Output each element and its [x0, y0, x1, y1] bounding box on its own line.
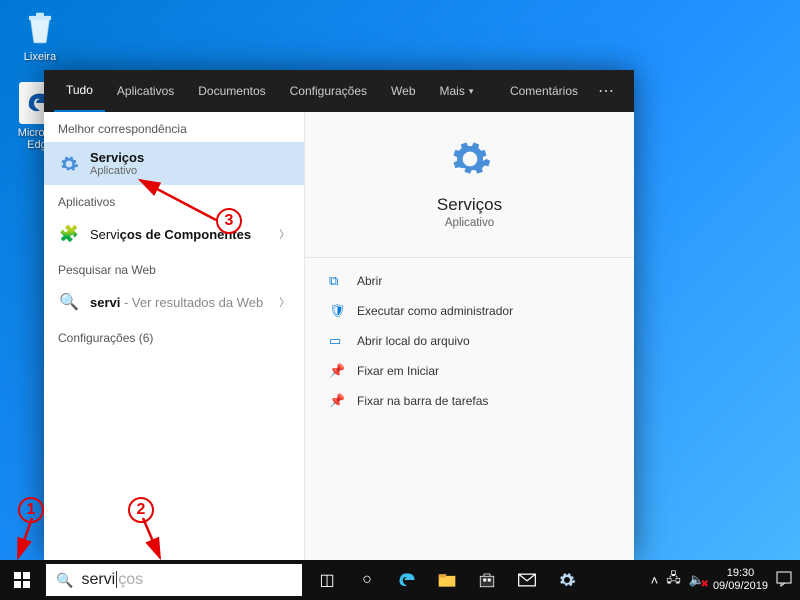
tray-volume-icon[interactable]: 🔈✖: [689, 572, 705, 588]
pin-icon: 📌: [329, 393, 345, 409]
tray-clock[interactable]: 19:30 09/09/2019: [713, 567, 768, 593]
system-tray: ˄ 🖧 🔈✖ 19:30 09/09/2019: [643, 567, 800, 593]
section-apps: Aplicativos: [44, 185, 304, 215]
tray-date: 09/09/2019: [713, 580, 768, 593]
result-best-services[interactable]: Serviços Aplicativo: [44, 142, 304, 185]
action-pin-start[interactable]: 📌Fixar em Iniciar: [305, 356, 634, 386]
search-results-list: Melhor correspondência Serviços Aplicati…: [44, 112, 304, 560]
action-open-location[interactable]: ▭Abrir local do arquivo: [305, 326, 634, 356]
result-title: Serviços de Componentes: [90, 227, 269, 242]
preview-subtitle: Aplicativo: [437, 217, 502, 229]
section-web: Pesquisar na Web: [44, 253, 304, 283]
gear-icon: [58, 153, 80, 175]
section-settings: Configurações (6): [44, 321, 304, 351]
tray-chevron-up-icon[interactable]: ˄: [651, 573, 659, 588]
action-pin-taskbar[interactable]: 📌Fixar na barra de tarefas: [305, 386, 634, 416]
result-component-services[interactable]: 🧩 Serviços de Componentes 〉: [44, 215, 304, 253]
menu-more-icon[interactable]: ⋯: [590, 81, 624, 101]
open-icon: ⧉: [329, 273, 345, 289]
tab-settings[interactable]: Configurações: [278, 70, 379, 112]
folder-icon: ▭: [329, 333, 345, 349]
windows-icon: [14, 572, 30, 588]
taskbar: 🔍 serviços ◫ ○ ˄ 🖧 🔈✖ 19:30 09/09/2019: [0, 560, 800, 600]
tab-web[interactable]: Web: [379, 70, 427, 112]
desktop-icon-label: Lixeira: [10, 51, 70, 63]
taskbar-store-icon[interactable]: [468, 560, 506, 600]
desktop-icon-recycle-bin[interactable]: Lixeira: [10, 6, 70, 63]
gear-icon: [446, 137, 494, 185]
start-button[interactable]: [0, 560, 44, 600]
taskbar-services-icon[interactable]: [548, 560, 586, 600]
preview-title: Serviços: [437, 195, 502, 215]
preview-actions: ⧉Abrir 🛡Executar como administrador ▭Abr…: [305, 257, 634, 424]
result-subtitle: Aplicativo: [90, 165, 290, 177]
search-input-text: serviços: [81, 571, 143, 589]
taskbar-edge-icon[interactable]: [388, 560, 426, 600]
chevron-right-icon: 〉: [279, 294, 290, 310]
pin-icon: 📌: [329, 363, 345, 379]
result-web-search[interactable]: 🔍 servi - Ver resultados da Web 〉: [44, 283, 304, 321]
component-icon: 🧩: [58, 223, 80, 245]
cortana-icon[interactable]: ○: [348, 560, 386, 600]
shield-icon: 🛡: [329, 303, 345, 319]
section-best-match: Melhor correspondência: [44, 112, 304, 142]
result-title: Serviços: [90, 150, 290, 165]
chevron-right-icon: 〉: [279, 226, 290, 242]
tab-all[interactable]: Tudo: [54, 70, 105, 112]
result-title: servi - Ver resultados da Web: [90, 295, 269, 310]
action-open[interactable]: ⧉Abrir: [305, 266, 634, 296]
start-search-panel: Tudo Aplicativos Documentos Configuraçõe…: [44, 70, 634, 560]
tray-network-icon[interactable]: 🖧: [666, 569, 681, 591]
result-preview-pane: Serviços Aplicativo ⧉Abrir 🛡Executar com…: [304, 112, 634, 560]
search-tabs: Tudo Aplicativos Documentos Configuraçõe…: [44, 70, 634, 112]
recycle-bin-icon: [19, 6, 61, 48]
taskbar-pinned: ◫ ○: [308, 560, 586, 600]
task-view-button[interactable]: ◫: [308, 560, 346, 600]
taskbar-search-box[interactable]: 🔍 serviços: [46, 564, 302, 596]
search-icon: 🔍: [56, 572, 73, 589]
tray-time: 19:30: [713, 567, 768, 580]
chevron-down-icon: ▾: [469, 86, 474, 97]
tab-documents[interactable]: Documentos: [186, 70, 277, 112]
taskbar-mail-icon[interactable]: [508, 560, 546, 600]
action-run-admin[interactable]: 🛡Executar como administrador: [305, 296, 634, 326]
tab-more[interactable]: Mais▾: [428, 70, 486, 112]
tab-apps[interactable]: Aplicativos: [105, 70, 186, 112]
taskbar-explorer-icon[interactable]: [428, 560, 466, 600]
action-center-icon[interactable]: [776, 571, 792, 590]
search-icon: 🔍: [58, 291, 80, 313]
tab-feedback[interactable]: Comentários: [498, 70, 590, 112]
